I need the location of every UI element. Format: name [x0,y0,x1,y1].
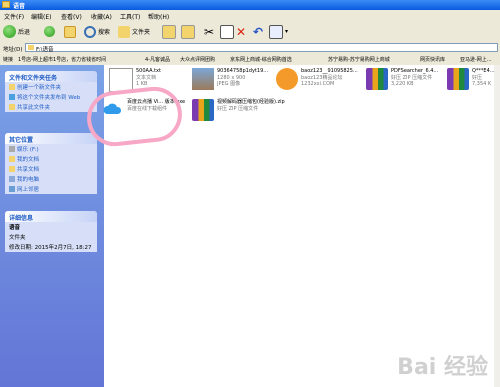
copy-icon [220,24,234,39]
link-item[interactable]: 4-凡客诚品 [145,56,170,63]
views-button[interactable]: ▾ [269,24,288,39]
move-to-icon [162,24,176,39]
move-to-button[interactable] [162,24,176,39]
menu-file[interactable]: 文件(F) [4,12,24,21]
window-title: 语音 [13,3,26,10]
back-button[interactable]: 后退 [3,24,30,39]
menu-edit[interactable]: 编辑(E) [31,12,51,21]
network-icon [9,186,15,192]
title-bar: 语音 [0,0,500,10]
task-publish-web[interactable]: 将这个文件夹发布到 Web [5,92,97,102]
computer-icon [9,176,15,182]
scrollbar[interactable] [494,65,500,387]
other-places-panel: 其它位置 娱乐 (F:) 我的文档 共享文档 我的电脑 网上邻居 [5,133,97,194]
delete-button[interactable]: ✕ [236,24,246,39]
views-grid-icon [269,24,283,39]
delete-x-icon: ✕ [236,24,247,39]
menu-tools[interactable]: 工具(T) [120,12,140,21]
folder-icon [2,1,10,8]
details-type: 文件夹 [9,235,26,241]
search-label: 搜索 [98,29,111,36]
link-item[interactable]: 亚马逊-网上... [460,56,492,63]
task-new-folder[interactable]: 创建一个新文件夹 [5,82,97,92]
copy-button[interactable] [220,24,234,39]
menu-view[interactable]: 查看(V) [61,12,82,21]
link-item[interactable]: 京东网上商城-综合网购首选 [230,56,292,63]
link-item[interactable]: 1号店-网上超市1号店，省力省钱省时间 [18,56,106,63]
search-button[interactable]: 搜索 [84,24,110,39]
links-label: 链接 [3,57,14,63]
place-network[interactable]: 网上邻居 [5,184,97,194]
folder-icon [9,166,15,172]
folders-label: 文件夹 [132,29,151,36]
watermark-text: Bai 经验 [397,355,488,380]
new-folder-icon [9,84,15,90]
place-my-computer[interactable]: 我的电脑 [5,174,97,184]
archive-icon [447,68,469,90]
archive-icon [366,68,388,90]
file-tasks-panel: 文件和文件夹任务 创建一个新文件夹 将这个文件夹发布到 Web 共享此文件夹 [5,71,97,112]
folders-icon [118,25,130,38]
back-label: 后退 [18,29,31,36]
folder-up-icon [64,25,76,38]
panel-title[interactable]: 详细信息 [5,211,97,222]
archive-icon [192,99,214,121]
details-panel: 详细信息 语音 文件夹 修改日期: 2015年2月7日, 18:27 [5,211,97,252]
folder-icon [9,156,15,162]
link-item[interactable]: 网页快讯库 [420,56,445,63]
forward-arrow-icon [44,26,55,37]
scissors-icon: ✂ [204,24,215,39]
folders-button[interactable]: 文件夹 [118,24,150,39]
up-button[interactable] [64,24,76,39]
search-icon [84,25,96,38]
task-share-folder[interactable]: 共享此文件夹 [5,102,97,112]
place-my-documents[interactable]: 我的文档 [5,154,97,164]
copy-to-icon [181,24,195,39]
address-input[interactable]: F:\语音 [25,43,498,53]
globe-icon [9,94,15,100]
share-icon [9,104,15,110]
menu-help[interactable]: 帮助(H) [148,12,169,21]
place-shared-documents[interactable]: 共享文档 [5,164,97,174]
file-item[interactable]: 90364758p1dyt19... 1280 x 900 JPEG 图像 [192,68,268,90]
address-path: F:\语音 [36,47,54,53]
folder-icon [28,45,34,50]
copy-to-button[interactable] [181,24,195,39]
file-item[interactable]: Q***E4... 好压 7,354 K [447,68,495,90]
undo-icon: ↶ [253,24,264,39]
details-name: 语音 [9,225,21,231]
toolbar: 后退 搜索 文件夹 ✂ ✕ ↶ ▾ [0,21,500,43]
details-modified: 修改日期: 2015年2月7日, 18:27 [9,245,92,251]
back-arrow-icon [3,25,16,38]
link-item[interactable]: 大众点评网团购 [180,56,215,63]
app-icon [276,68,298,90]
undo-button[interactable]: ↶ [253,24,263,39]
panel-title[interactable]: 其它位置 [5,133,97,144]
menu-favorites[interactable]: 收藏(A) [91,12,112,21]
image-thumbnail-icon [192,68,214,90]
cut-button[interactable]: ✂ [204,24,214,39]
file-item[interactable]: baoz123__91095825... baoz123精品论坛 1232xxi.C… [276,68,358,90]
address-label: 地址(D) [3,47,23,53]
file-item[interactable]: PDFSearcher_6.4... 好压 ZIP 压缩文件 3,220 KB [366,68,438,90]
drive-icon [9,146,15,152]
file-item[interactable]: 视频解码器压缩包(经验版).zip 好压 ZIP 压缩文件 [192,99,285,121]
place-drive-f[interactable]: 娱乐 (F:) [5,144,97,154]
panel-title[interactable]: 文件和文件夹任务 [5,71,97,82]
forward-button[interactable] [44,24,55,39]
link-item[interactable]: 苏宁易购-苏宁易购网上商城 [328,56,390,63]
chevron-down-icon: ▾ [285,28,289,35]
